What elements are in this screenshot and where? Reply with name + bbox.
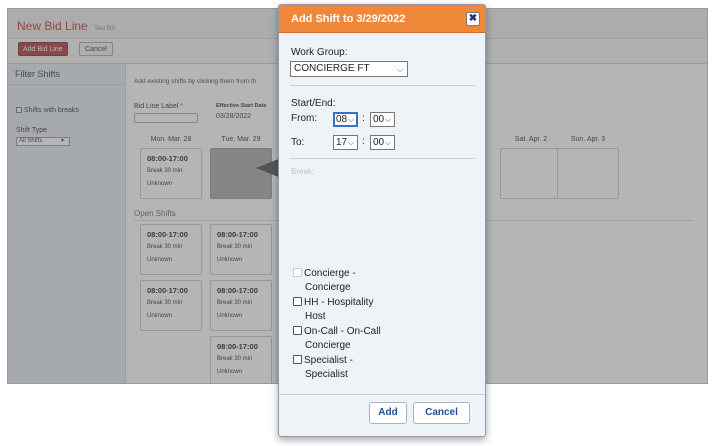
from-minute-select[interactable]: 00 ⌵: [370, 112, 395, 127]
role-label: Specialist -: [304, 355, 353, 366]
role-label-cont: Concierge: [305, 340, 351, 351]
from-minute-value: 00: [373, 114, 385, 125]
break-label: Break:: [291, 167, 315, 176]
checkbox-box[interactable]: [293, 268, 302, 277]
role-checkbox-specialist[interactable]: Specialist -: [293, 353, 353, 368]
role-checkbox-on-call[interactable]: On-Call - On-Call: [293, 324, 381, 339]
checkbox-box[interactable]: [293, 297, 302, 306]
dialog-body: Work Group: CONCIERGE FT ⌵ Start/End: Fr…: [279, 33, 485, 436]
to-minute-value: 00: [373, 137, 385, 148]
start-end-label: Start/End:: [291, 98, 336, 109]
from-hour-value: 08: [336, 114, 348, 125]
dialog-header: Add Shift to 3/29/2022 ✖: [279, 5, 485, 33]
checkbox-box[interactable]: [293, 355, 302, 364]
to-hour-value: 17: [336, 137, 348, 148]
role-label: Concierge -: [304, 268, 356, 279]
close-icon[interactable]: ✖: [466, 12, 480, 26]
time-separator: :: [362, 136, 365, 147]
time-separator: :: [362, 113, 365, 124]
cancel-button[interactable]: Cancel: [413, 402, 470, 424]
from-hour-select[interactable]: 08 ⌵: [333, 112, 358, 127]
checkbox-box[interactable]: [293, 326, 302, 335]
dialog-footer-divider: [279, 394, 485, 395]
from-label: From:: [291, 113, 318, 124]
role-label-cont: Concierge: [305, 282, 351, 293]
dialog-divider: [290, 85, 475, 86]
chevron-down-icon: ⌵: [397, 65, 404, 74]
work-group-label: Work Group:: [291, 47, 348, 58]
chevron-down-icon: ⌵: [348, 115, 355, 124]
to-label: To:: [291, 137, 305, 148]
dialog-divider: [290, 158, 475, 159]
chevron-down-icon: ⌵: [385, 138, 392, 147]
add-button[interactable]: Add: [369, 402, 407, 424]
role-checkbox-concierge[interactable]: Concierge -: [293, 266, 356, 281]
work-group-select[interactable]: CONCIERGE FT ⌵: [290, 61, 408, 77]
role-label: On-Call - On-Call: [304, 326, 381, 337]
role-checkbox-hospitality-host[interactable]: HH - Hospitality: [293, 295, 373, 310]
role-label-cont: Specialist: [305, 369, 348, 380]
chevron-down-icon: ⌵: [348, 138, 355, 147]
role-label-cont: Host: [305, 311, 326, 322]
role-label: HH - Hospitality: [304, 297, 374, 308]
to-minute-select[interactable]: 00 ⌵: [370, 135, 395, 150]
dialog-title: Add Shift to 3/29/2022: [291, 13, 406, 25]
to-hour-select[interactable]: 17 ⌵: [333, 135, 358, 150]
work-group-value: CONCIERGE FT: [294, 63, 370, 74]
add-shift-dialog: Add Shift to 3/29/2022 ✖ Work Group: CON…: [278, 4, 486, 437]
chevron-down-icon: ⌵: [385, 115, 392, 124]
